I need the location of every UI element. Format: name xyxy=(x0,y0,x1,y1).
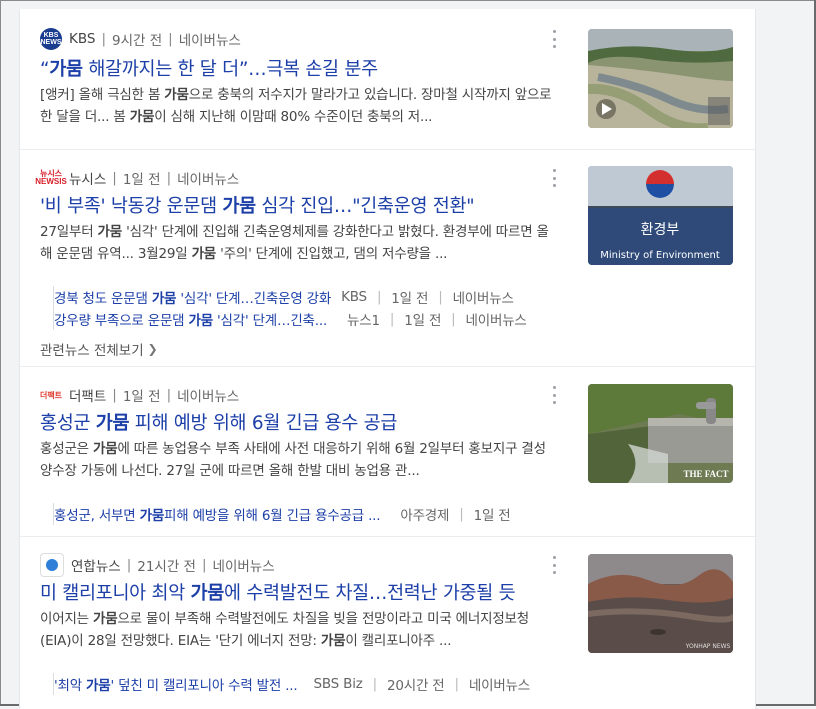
more-options-icon[interactable] xyxy=(551,169,557,187)
news-thumbnail[interactable]: THE FACT xyxy=(588,384,733,483)
news-description[interactable]: 홍성군은 가뭄에 따른 농업용수 부족 사태에 사전 대응하기 위해 6월 2일… xyxy=(40,438,555,482)
yonhap-logo-icon[interactable] xyxy=(40,553,64,577)
reservoir-aerial-image xyxy=(588,29,733,128)
newsis-logo-icon[interactable]: 뉴시스 NEWSIS xyxy=(35,167,67,189)
meta-separator: | xyxy=(454,676,460,692)
naver-news-link[interactable]: 네이버뉴스 xyxy=(213,555,275,575)
publish-time: 1일 전 xyxy=(122,172,161,188)
ministry-sign-image: 환경부 Ministry of Environment xyxy=(588,166,733,265)
news-item: KBS NEWS KBS | 9시간 전 | 네이버뉴스 “가뭄 해갈까지는 한 … xyxy=(20,9,755,149)
more-options-icon[interactable] xyxy=(551,386,557,404)
news-item: 연합뉴스 | 21시간 전 | 네이버뉴스 미 캘리포니아 최악 가뭄에 수력발… xyxy=(20,537,755,707)
news-title[interactable]: '비 부족' 낙동강 운문댐 가뭄 심각 진입…"긴축운영 전환" xyxy=(40,192,570,218)
meta-separator: | xyxy=(451,311,456,327)
meta-separator: | xyxy=(389,311,395,327)
window-frame-top xyxy=(0,0,816,1)
publish-time: 1일 전 xyxy=(122,389,161,405)
news-meta: 연합뉴스 | 21시간 전 | 네이버뉴스 xyxy=(40,553,275,577)
meta-separator: | xyxy=(372,676,378,692)
thefact-logo-icon[interactable]: 더팩트 xyxy=(40,384,62,406)
related-news-item: 홍성군, 서부면 가뭄피해 예방을 위해 6월 긴급 용수공급 ... 아주경제… xyxy=(54,503,574,525)
kbs-logo-icon[interactable]: KBS NEWS xyxy=(40,28,62,50)
related-news-list: '최악 가뭄' 덮친 미 캘리포니아 수력 발전 ... SBS Biz | 2… xyxy=(53,673,574,695)
thumb-sign-text: 환경부 xyxy=(641,222,680,238)
meta-separator: | xyxy=(101,31,107,47)
related-news-title[interactable]: 홍성군, 서부면 가뭄피해 예방을 위해 6월 긴급 용수공급 ... xyxy=(54,504,381,524)
meta-separator: | xyxy=(166,170,172,186)
thumb-sign-subtext: Ministry of Environment xyxy=(600,250,720,261)
window-frame-left xyxy=(0,0,1,706)
news-title[interactable]: 홍성군 가뭄 피해 예방 위해 6월 긴급 용수 공급 xyxy=(40,409,570,435)
news-item: 더팩트 더팩트 | 1일 전 | 네이버뉴스 홍성군 가뭄 피해 예방 위해 6… xyxy=(20,367,755,537)
news-thumbnail[interactable]: 환경부 Ministry of Environment xyxy=(588,166,733,265)
press-name[interactable]: 연합뉴스 xyxy=(71,555,121,575)
thumb-watermark: YONHAP NEWS xyxy=(685,643,731,650)
news-description[interactable]: [앵커] 올해 극심한 봄 가뭄으로 충북의 저수지가 말라가고 있습니다. 장… xyxy=(40,84,555,128)
related-news-list: 홍성군, 서부면 가뭄피해 예방을 위해 6월 긴급 용수공급 ... 아주경제… xyxy=(53,503,574,525)
related-news-title[interactable]: 경북 청도 운문댐 가뭄 '심각' 단계…긴축운영 강화 xyxy=(54,287,331,307)
more-options-icon[interactable] xyxy=(551,30,557,48)
naver-news-link[interactable]: 네이버뉴스 xyxy=(177,168,239,188)
related-news-all-link[interactable]: 관련뉴스 전체보기 ❯ xyxy=(40,339,158,359)
chevron-right-icon: ❯ xyxy=(147,342,158,356)
meta-separator: | xyxy=(166,387,172,403)
related-time: 1일 전 xyxy=(404,313,442,329)
thumb-watermark: THE FACT xyxy=(683,469,728,479)
news-title[interactable]: 미 캘리포니아 최악 가뭄에 수력발전도 차질…전력난 가중될 듯 xyxy=(40,579,570,605)
news-thumbnail[interactable] xyxy=(588,29,733,128)
more-options-icon[interactable] xyxy=(551,556,557,574)
meta-separator: | xyxy=(438,289,443,305)
meta-separator: | xyxy=(376,289,382,305)
publish-time: 21시간 전 xyxy=(137,559,196,575)
meta-separator: | xyxy=(459,506,464,522)
related-press-name[interactable]: KBS xyxy=(341,289,367,305)
news-meta: KBS NEWS KBS | 9시간 전 | 네이버뉴스 xyxy=(40,28,241,50)
related-news-item: 강우량 부족으로 운문댐 가뭄 '심각' 단계…긴축... 뉴스1 | 1일 전… xyxy=(54,308,574,330)
naver-news-link[interactable]: 네이버뉴스 xyxy=(453,287,514,307)
related-press-name[interactable]: 아주경제 xyxy=(400,504,449,524)
meta-separator: | xyxy=(126,557,132,573)
related-news-all-label: 관련뉴스 전체보기 xyxy=(40,343,144,359)
related-time: 20시간 전 xyxy=(387,678,445,694)
related-news-item: '최악 가뭄' 덮친 미 캘리포니아 수력 발전 ... SBS Biz | 2… xyxy=(54,673,574,695)
related-press-name[interactable]: 뉴스1 xyxy=(347,309,380,329)
press-name[interactable]: 더팩트 xyxy=(69,385,106,405)
naver-news-link[interactable]: 네이버뉴스 xyxy=(466,309,527,329)
related-news-title[interactable]: '최악 가뭄' 덮친 미 캘리포니아 수력 발전 ... xyxy=(54,674,298,694)
meta-separator: | xyxy=(201,557,207,573)
meta-separator: | xyxy=(112,170,117,186)
related-time: 1일 전 xyxy=(473,508,511,524)
news-meta: 더팩트 더팩트 | 1일 전 | 네이버뉴스 xyxy=(40,384,239,406)
news-results-panel: KBS NEWS KBS | 9시간 전 | 네이버뉴스 “가뭄 해갈까지는 한 … xyxy=(19,9,756,709)
water-supply-pipe-image: THE FACT xyxy=(588,384,733,483)
related-news-item: 경북 청도 운문댐 가뭄 '심각' 단계…긴축운영 강화 KBS | 1일 전 … xyxy=(54,286,574,308)
naver-news-link[interactable]: 네이버뉴스 xyxy=(177,385,239,405)
dry-lake-image: YONHAP NEWS xyxy=(588,554,733,653)
news-title[interactable]: “가뭄 해갈까지는 한 달 더”…극복 손길 분주 xyxy=(40,55,570,81)
news-description[interactable]: 이어지는 가뭄으로 물이 부족해 수력발전에도 차질을 빚을 전망이라고 미국 … xyxy=(40,608,555,652)
press-name[interactable]: 뉴시스 xyxy=(69,168,106,188)
naver-news-link[interactable]: 네이버뉴스 xyxy=(469,674,530,694)
news-item: 뉴시스 NEWSIS 뉴시스 | 1일 전 | 네이버뉴스 '비 부족' 낙동강 … xyxy=(20,150,755,365)
news-thumbnail[interactable]: YONHAP NEWS xyxy=(588,554,733,653)
press-name[interactable]: KBS xyxy=(69,31,95,47)
news-meta: 뉴시스 NEWSIS 뉴시스 | 1일 전 | 네이버뉴스 xyxy=(35,167,239,189)
related-news-list: 경북 청도 운문댐 가뭄 '심각' 단계…긴축운영 강화 KBS | 1일 전 … xyxy=(53,286,574,330)
related-press-name[interactable]: SBS Biz xyxy=(313,676,362,692)
related-time: 1일 전 xyxy=(391,291,429,307)
news-description[interactable]: 27일부터 가뭄 '심각' 단계에 진입해 긴축운영체제를 강화한다고 밝혔다.… xyxy=(40,221,555,265)
meta-separator: | xyxy=(112,387,117,403)
naver-news-link[interactable]: 네이버뉴스 xyxy=(179,29,241,49)
related-news-title[interactable]: 강우량 부족으로 운문댐 가뭄 '심각' 단계…긴축... xyxy=(54,309,327,329)
meta-separator: | xyxy=(168,31,173,47)
publish-time: 9시간 전 xyxy=(112,33,163,49)
